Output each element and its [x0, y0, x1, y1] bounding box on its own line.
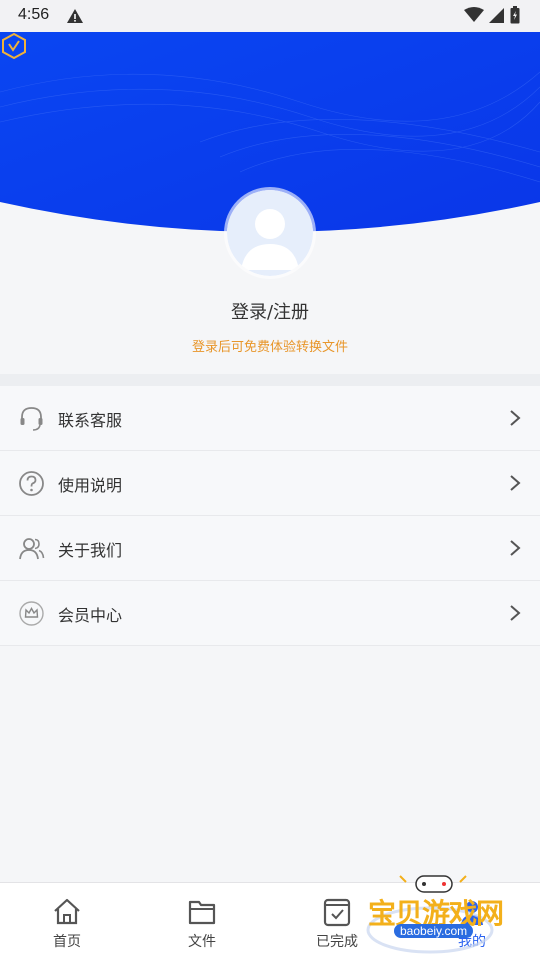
menu-item-label: 使用说明 — [58, 476, 123, 495]
watermark: 宝贝游戏网 baobeiy.com — [360, 872, 530, 956]
check-doc-icon — [323, 898, 351, 927]
chevron-right-icon — [510, 410, 521, 426]
crown-icon — [19, 601, 44, 626]
menu-item-contact-service[interactable]: 联系客服 — [0, 386, 540, 451]
section-divider — [0, 374, 540, 386]
tab-home[interactable]: 首页 — [12, 883, 122, 960]
home-icon — [54, 898, 80, 925]
folder-icon — [188, 900, 216, 925]
menu-item-instructions[interactable]: 使用说明 — [0, 451, 540, 516]
menu-item-label: 会员中心 — [58, 606, 123, 625]
vip-shield-icon[interactable] — [0, 32, 28, 60]
settings-menu: 联系客服 使用说明 关于我们 会员中心 — [0, 386, 540, 646]
warning-icon — [67, 9, 83, 23]
users-icon — [19, 538, 45, 560]
chevron-right-icon — [510, 540, 521, 556]
tab-label: 文件 — [188, 934, 216, 950]
wifi-icon — [464, 7, 484, 22]
tab-files[interactable]: 文件 — [147, 883, 257, 960]
menu-item-member-center[interactable]: 会员中心 — [0, 581, 540, 646]
status-time: 4:56 — [18, 6, 50, 23]
battery-icon — [510, 6, 520, 24]
login-subtitle: 登录后可免费体验转换文件 — [191, 340, 348, 355]
watermark-url: baobeiy.com — [394, 924, 474, 938]
question-icon — [19, 471, 44, 496]
signal-icon — [489, 8, 504, 23]
chevron-right-icon — [510, 475, 521, 491]
menu-item-label: 关于我们 — [58, 541, 123, 560]
headset-icon — [20, 407, 43, 431]
status-bar: 4:56 — [0, 0, 540, 32]
menu-item-label: 联系客服 — [58, 411, 123, 430]
tab-label: 首页 — [53, 934, 81, 950]
login-register-link[interactable]: 登录/注册 — [0, 298, 540, 324]
menu-item-about-us[interactable]: 关于我们 — [0, 516, 540, 581]
avatar[interactable] — [227, 190, 313, 276]
chevron-right-icon — [510, 605, 521, 621]
